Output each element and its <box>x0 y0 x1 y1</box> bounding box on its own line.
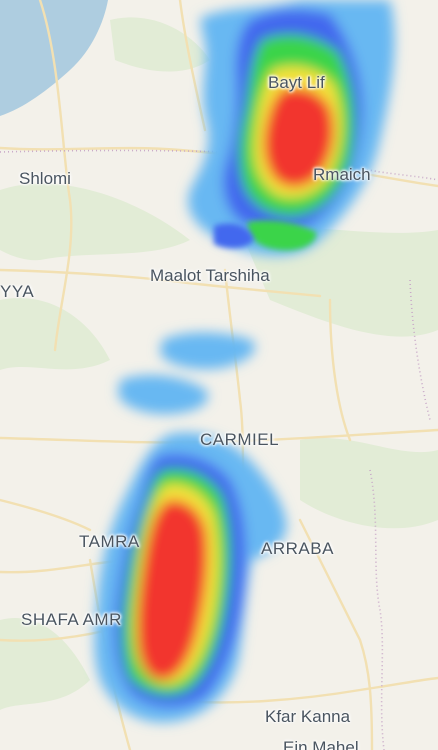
place-kfar-kanna: Kfar Kanna <box>265 707 351 726</box>
place-maalot-tarshiha: Maalot Tarshiha <box>150 266 270 285</box>
place-shafa-amr: SHAFA AMR <box>21 610 122 629</box>
place-ein-mahel: Ein Mahel <box>283 738 359 750</box>
basemap <box>0 0 438 750</box>
place-tamra: TAMRA <box>79 532 140 551</box>
place-rmaich: Rmaich <box>313 165 371 184</box>
place-shlomi: Shlomi <box>19 169 71 188</box>
place-arraba: ARRABA <box>261 539 334 558</box>
place-carmiel: CARMIEL <box>200 430 280 449</box>
radar-map[interactable]: Bayt Lif Rmaich Shlomi YYA Maalot Tarshi… <box>0 0 438 750</box>
place-bayt-lif: Bayt Lif <box>268 73 325 92</box>
place-yya: YYA <box>0 282 35 301</box>
